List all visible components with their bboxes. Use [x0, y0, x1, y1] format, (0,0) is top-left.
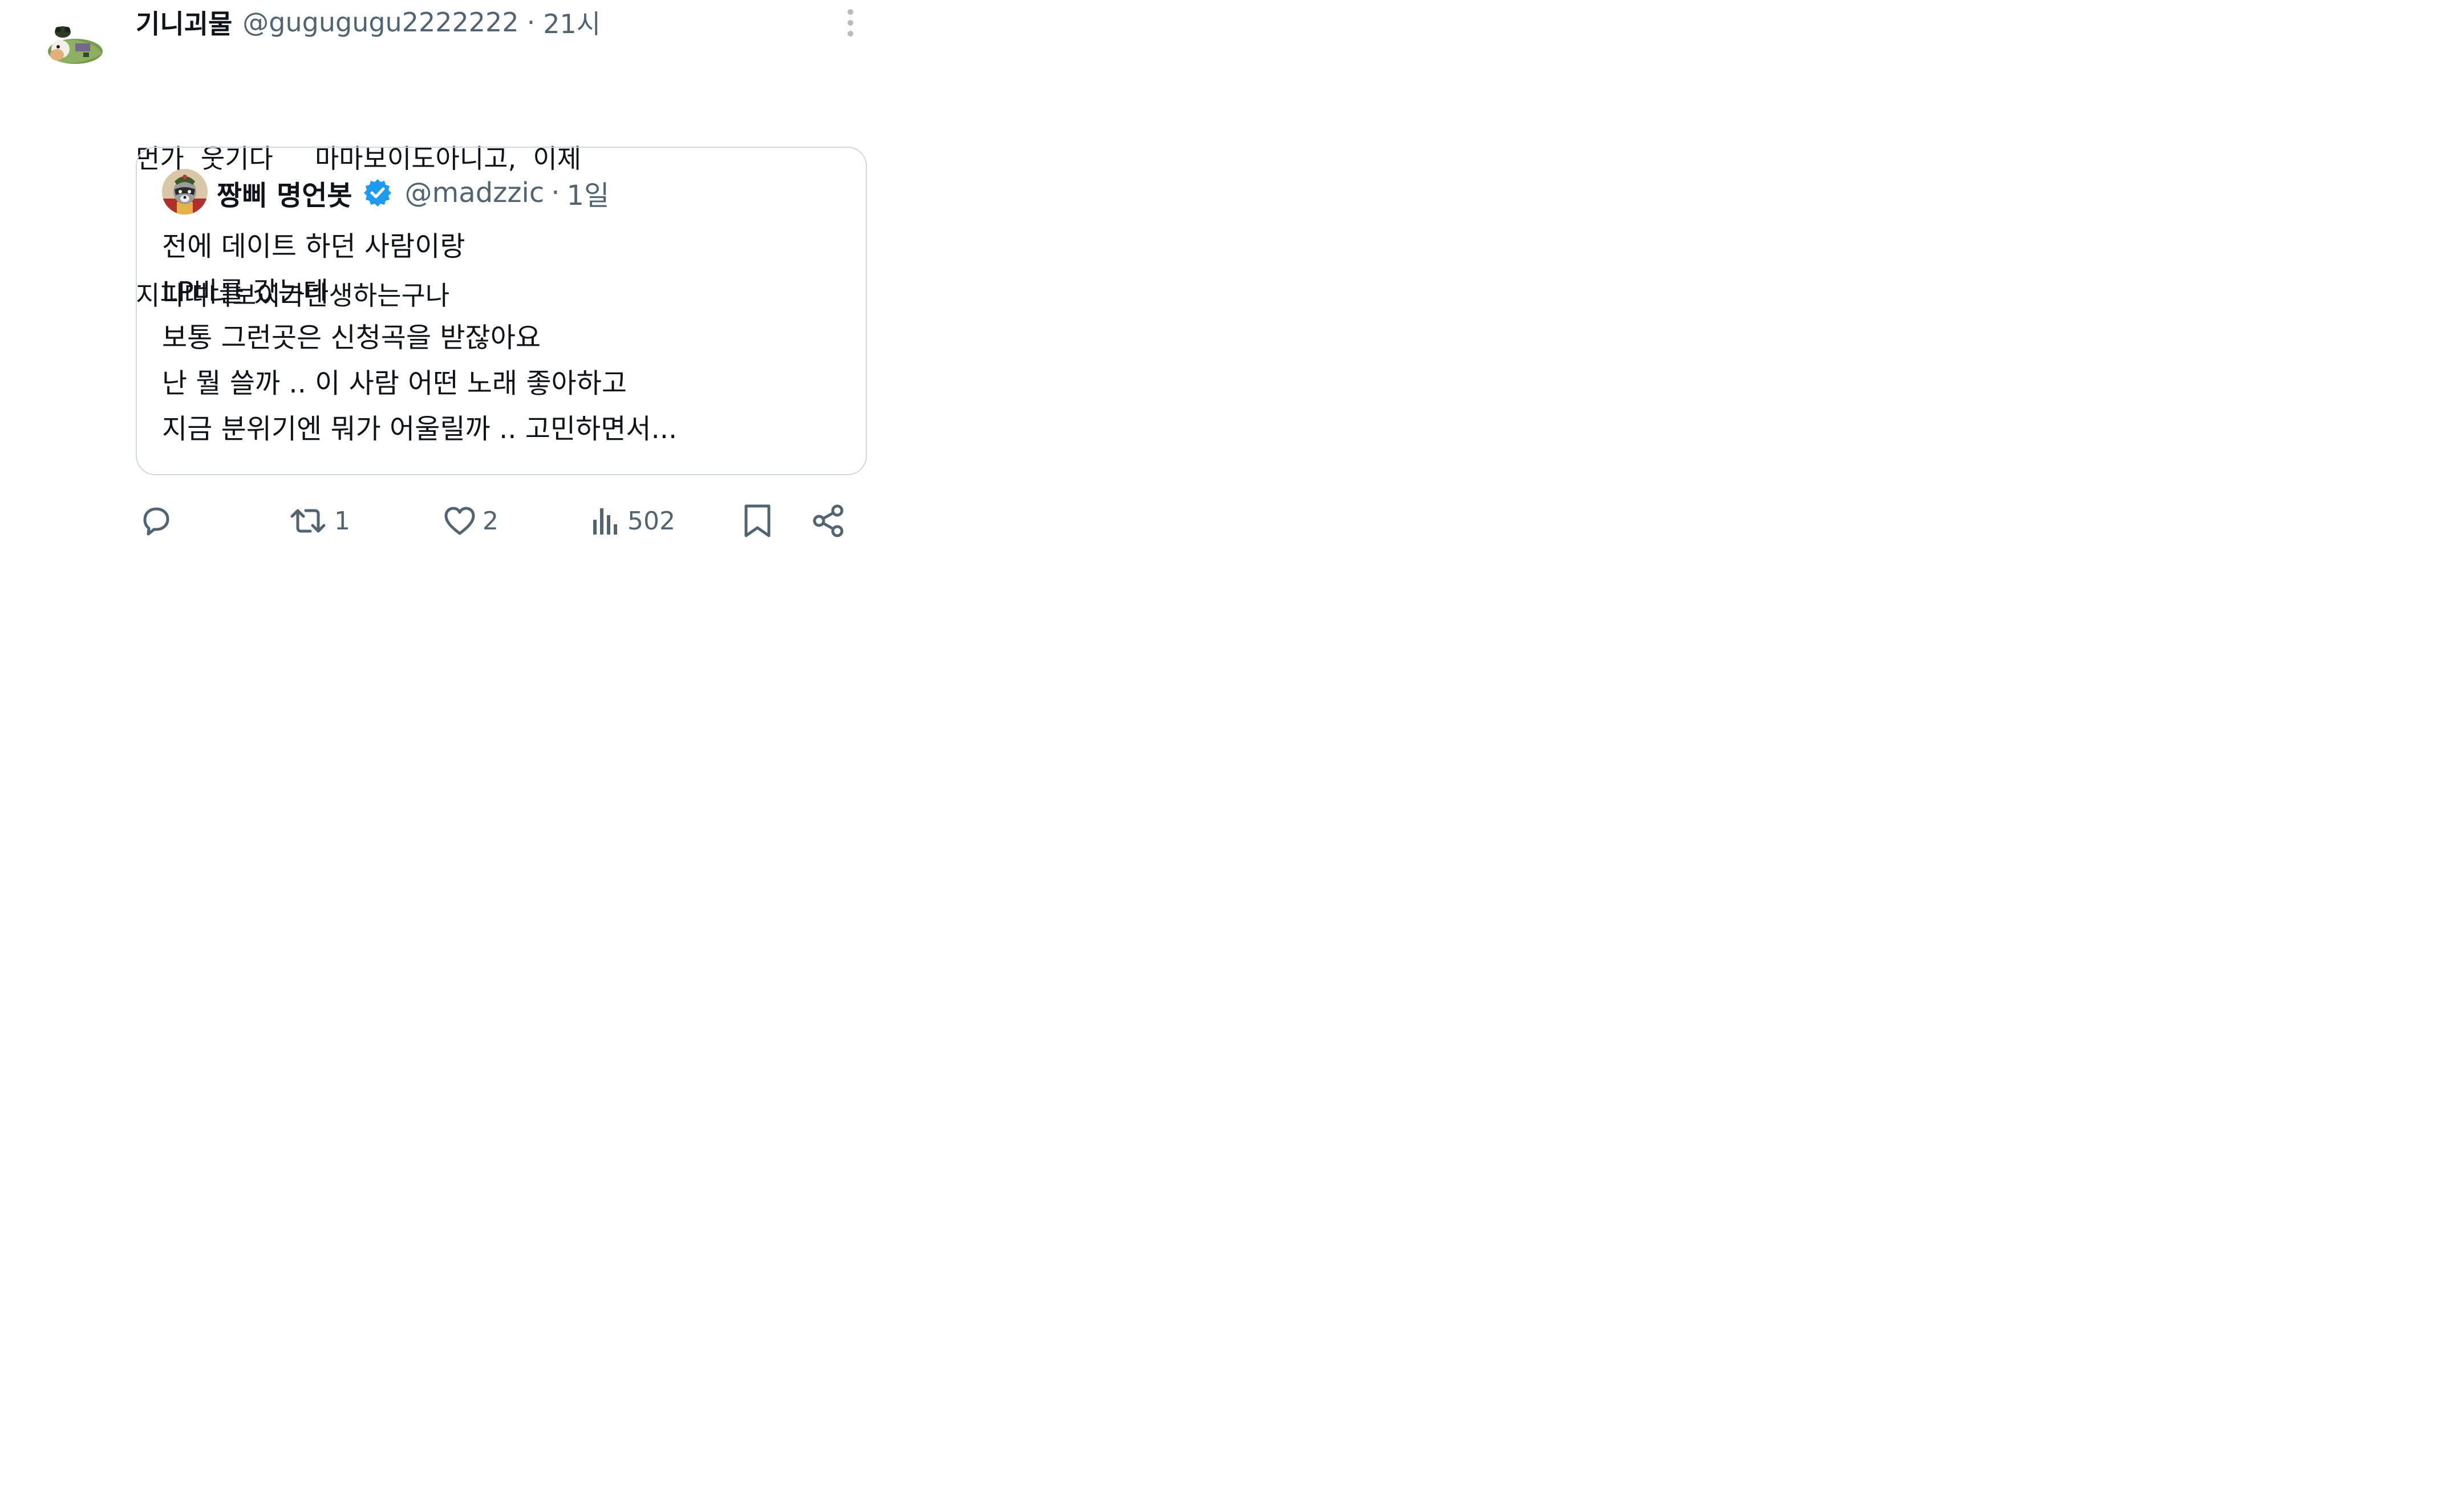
views-chart-icon: [593, 508, 617, 535]
quoted-text-line: 난 뭘 쓸까 .. 이 사람 어떤 노래 좋아하고: [162, 367, 627, 399]
user-handle[interactable]: @gugugugu2222222: [242, 7, 518, 38]
more-vertical-icon: [848, 9, 853, 37]
verified-badge-icon: [363, 178, 392, 208]
avatar[interactable]: [41, 21, 105, 75]
quoted-avatar[interactable]: [162, 169, 208, 215]
reply-button[interactable]: [139, 501, 179, 541]
bookmark-button[interactable]: [741, 501, 773, 541]
quoted-text-line: 지금 분위기엔 뭐가 어울릴까 .. 고민하면서...: [162, 413, 678, 445]
quoted-tweet-text: 전에 데이트 하던 사람이랑 LP바를 갔는데 보통 그런곳은 신청곡을 받잖아…: [162, 224, 846, 452]
timestamp[interactable]: 21시: [543, 3, 601, 41]
quoted-timestamp[interactable]: 1일: [567, 173, 610, 213]
share-button[interactable]: [811, 501, 848, 541]
separator-dot: ·: [526, 7, 536, 38]
views-button[interactable]: 502: [591, 501, 675, 541]
like-count: 2: [483, 506, 499, 536]
share-icon: [813, 504, 844, 537]
heart-icon: [444, 507, 475, 535]
raccoon-avatar-icon: [162, 169, 208, 215]
quoted-text-line: LP바를 갔는데: [162, 276, 329, 308]
quoted-text-line: 보통 그런곳은 신청곡을 받잖아요: [162, 322, 541, 354]
retweet-count: 1: [334, 506, 350, 536]
more-options-button[interactable]: [841, 8, 860, 38]
like-button[interactable]: 2: [443, 501, 499, 541]
quoted-display-name[interactable]: 짱삐 명언봇: [217, 173, 352, 213]
bookmark-icon: [744, 504, 771, 537]
quoted-tweet-header: 짱삐 명언봇 @madzzic · 1일: [217, 171, 609, 215]
retweet-icon: [290, 509, 326, 533]
guinea-pig-frog-avatar-icon: [48, 26, 103, 64]
display-name[interactable]: 기니괴물: [136, 3, 232, 41]
tweet-header: 기니괴물 @gugugugu2222222 · 21시: [136, 2, 601, 42]
retweet-button[interactable]: 1: [287, 501, 350, 541]
quoted-text-line: 전에 데이트 하던 사람이랑: [162, 230, 465, 262]
tweet-page: 기니괴물 @gugugugu2222222 · 21시 먼가 웃기다 마마보이도…: [0, 0, 890, 540]
views-count: 502: [627, 506, 675, 536]
reply-icon: [143, 507, 169, 536]
separator-dot: ·: [551, 177, 560, 209]
quoted-user-handle[interactable]: @madzzic: [405, 177, 545, 209]
